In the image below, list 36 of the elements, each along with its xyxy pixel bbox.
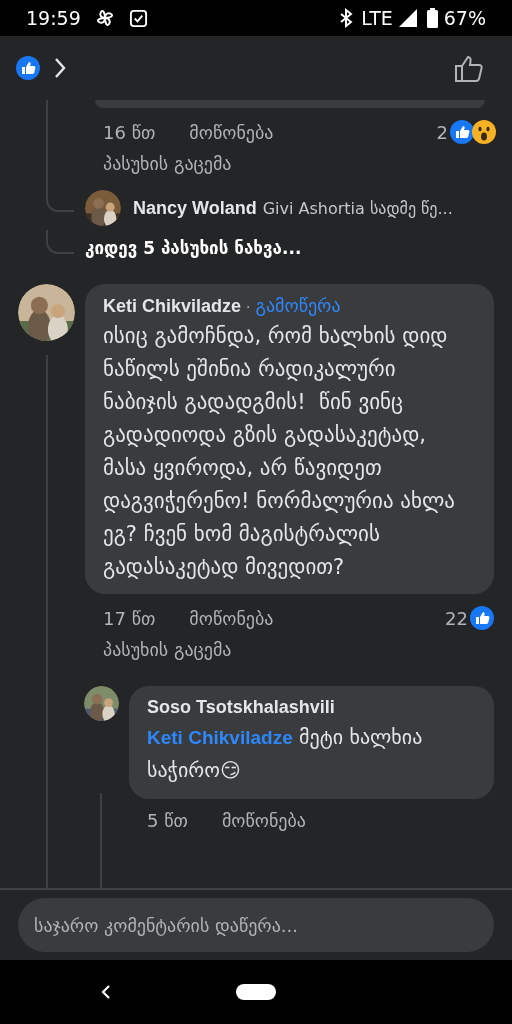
reply-link[interactable]: პასუხის გაცემა <box>103 153 232 174</box>
clock-time: 19:59 <box>26 5 81 31</box>
separator-dot: · <box>246 298 251 317</box>
reaction-count: 22 <box>445 606 468 631</box>
thumbs-up-icon[interactable] <box>454 53 484 83</box>
author-name[interactable]: Nancy Woland <box>133 194 257 222</box>
author-name[interactable]: Keti Chikviladze <box>103 293 242 320</box>
battery-icon <box>426 8 438 28</box>
more-replies-link[interactable]: კიდევ 5 პასუხის ნახვა... <box>85 238 302 258</box>
like-reaction-icon <box>16 56 40 80</box>
signal-icon <box>398 9 417 27</box>
author-name[interactable]: Soso Tsotskhalashvili <box>147 697 335 717</box>
like-link[interactable]: მოწონება <box>221 807 306 835</box>
wow-reaction-icon <box>472 120 496 144</box>
home-handle[interactable] <box>236 984 276 1000</box>
comment-time: 5 წთ <box>147 809 188 833</box>
comment-time: 17 წთ <box>103 606 156 631</box>
reply-text: Keti Chikviladze მეტი ხალხია საჭირო😏 <box>147 724 424 784</box>
battery-level: 67% <box>443 5 486 31</box>
like-link[interactable]: მოწონება <box>189 118 274 146</box>
comment-text: ისიც გამოჩნდა, რომ ხალხის დიდ ნაწილს ეშინია რადიკალური ნაბიჯის გადადგმის! წინ ვინც გადადიოდა გზის გადასაკეტად, მასა ყვიროდა, არ წავიდეთ დაგვიჭერენო! ნორმალურია ახლა ეგ? ჩვენ ხომ მაგისტრალის გადასაკეტად მივედით? <box>103 323 455 581</box>
back-icon[interactable] <box>101 984 111 1000</box>
network-type: LTE <box>361 5 393 31</box>
checkbox-icon <box>128 8 148 28</box>
comment-input[interactable]: საჯარო კომენტარის დაწერა... <box>18 898 494 952</box>
reaction-count: 2 <box>436 120 448 145</box>
bluetooth-icon <box>339 8 354 28</box>
reply-snippet[interactable]: Givi Ashortia სადმე წე... <box>262 196 453 221</box>
like-link[interactable]: მოწონება <box>189 604 274 632</box>
like-reaction-icon <box>450 120 474 144</box>
like-reaction-icon <box>470 606 494 630</box>
chevron-right-icon[interactable] <box>54 57 66 79</box>
reply-link[interactable]: პასუხის გაცემა <box>103 639 232 660</box>
comment-time: 16 წთ <box>103 120 156 145</box>
pinwheel-icon <box>94 8 115 28</box>
thread-connector <box>46 230 74 254</box>
